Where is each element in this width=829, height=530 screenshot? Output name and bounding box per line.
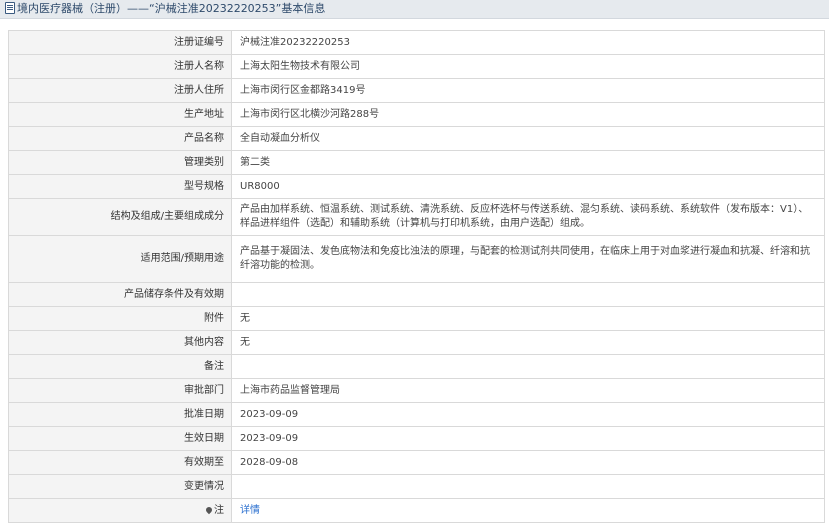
table-row: 有效期至 2028-09-08 <box>8 450 825 475</box>
table-row: 备注 <box>8 354 825 379</box>
row-label: 批准日期 <box>8 402 232 427</box>
info-table: 注册证编号 沪械注准20232220253 注册人名称 上海太阳生物技术有限公司… <box>8 30 825 523</box>
table-row: 注册人住所 上海市闵行区金都路3419号 <box>8 78 825 103</box>
note-label: 注 <box>214 504 224 516</box>
row-value: 2023-09-09 <box>231 402 825 427</box>
table-row: 其他内容 无 <box>8 330 825 355</box>
pin-icon <box>204 505 214 514</box>
row-label: 注册人住所 <box>8 78 232 103</box>
table-row: 变更情况 <box>8 474 825 499</box>
table-row: 产品名称 全自动凝血分析仪 <box>8 126 825 151</box>
row-label: 产品名称 <box>8 126 232 151</box>
row-value: 上海市闵行区北横沙河路288号 <box>231 102 825 127</box>
table-row: 适用范围/预期用途 产品基于凝固法、发色底物法和免疫比浊法的原理，与配套的检测试… <box>8 235 825 283</box>
row-label: 生效日期 <box>8 426 232 451</box>
row-value <box>231 474 825 499</box>
row-value: 上海市闵行区金都路3419号 <box>231 78 825 103</box>
note-value-cell: 详情 <box>231 498 825 523</box>
table-row: 产品储存条件及有效期 <box>8 282 825 307</box>
row-label: 其他内容 <box>8 330 232 355</box>
row-value: 无 <box>231 330 825 355</box>
table-row: 批准日期 2023-09-09 <box>8 402 825 427</box>
row-label: 管理类别 <box>8 150 232 175</box>
row-label: 审批部门 <box>8 378 232 403</box>
page-header: 境内医疗器械（注册）——“沪械注准20232220253”基本信息 <box>0 0 829 19</box>
details-link[interactable]: 详情 <box>240 505 260 516</box>
row-label: 备注 <box>8 354 232 379</box>
row-label: 产品储存条件及有效期 <box>8 282 232 307</box>
row-value: UR8000 <box>231 174 825 199</box>
table-row: 结构及组成/主要组成成分 产品由加样系统、恒温系统、测试系统、清洗系统、反应杯选… <box>8 198 825 236</box>
table-row: 注册证编号 沪械注准20232220253 <box>8 30 825 55</box>
row-label: 附件 <box>8 306 232 331</box>
table-row: 管理类别 第二类 <box>8 150 825 175</box>
table-row: 注册人名称 上海太阳生物技术有限公司 <box>8 54 825 79</box>
table-row: 生产地址 上海市闵行区北横沙河路288号 <box>8 102 825 127</box>
row-label: 生产地址 <box>8 102 232 127</box>
row-label: 型号规格 <box>8 174 232 199</box>
row-value: 产品由加样系统、恒温系统、测试系统、清洗系统、反应杯选杯与传送系统、混匀系统、读… <box>231 198 825 236</box>
table-row: 型号规格 UR8000 <box>8 174 825 199</box>
row-value <box>231 282 825 307</box>
row-value <box>231 354 825 379</box>
row-value: 全自动凝血分析仪 <box>231 126 825 151</box>
row-label: 注册人名称 <box>8 54 232 79</box>
row-value: 产品基于凝固法、发色底物法和免疫比浊法的原理，与配套的检测试剂共同使用，在临床上… <box>231 235 825 283</box>
page-title: 境内医疗器械（注册）——“沪械注准20232220253”基本信息 <box>17 2 326 15</box>
row-value: 上海市药品监督管理局 <box>231 378 825 403</box>
row-label: 变更情况 <box>8 474 232 499</box>
row-label: 有效期至 <box>8 450 232 475</box>
note-label-cell: 注 <box>8 498 232 523</box>
row-value: 第二类 <box>231 150 825 175</box>
table-row: 审批部门 上海市药品监督管理局 <box>8 378 825 403</box>
row-value: 上海太阳生物技术有限公司 <box>231 54 825 79</box>
row-value: 2028-09-08 <box>231 450 825 475</box>
table-row: 生效日期 2023-09-09 <box>8 426 825 451</box>
table-row: 附件 无 <box>8 306 825 331</box>
row-label: 适用范围/预期用途 <box>8 235 232 283</box>
document-icon <box>5 2 15 14</box>
note-row: 注 详情 <box>8 498 825 523</box>
row-label: 注册证编号 <box>8 30 232 55</box>
row-value: 2023-09-09 <box>231 426 825 451</box>
row-value: 无 <box>231 306 825 331</box>
row-value: 沪械注准20232220253 <box>231 30 825 55</box>
row-label: 结构及组成/主要组成成分 <box>8 198 232 236</box>
